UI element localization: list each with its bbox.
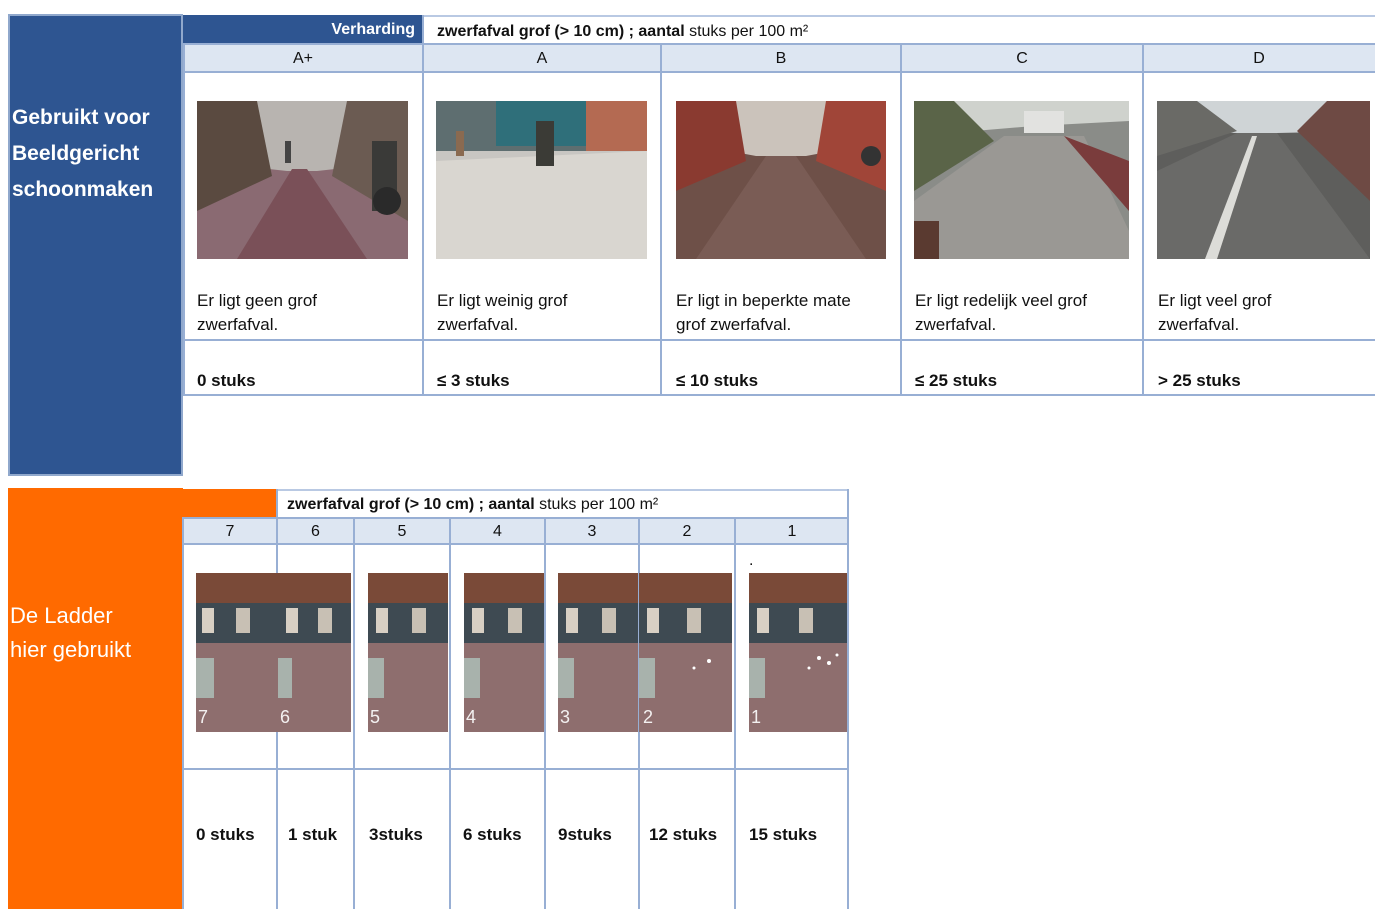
ladder-count-6: 1 stuk (288, 825, 338, 844)
ladder-header-6: 6 (277, 517, 354, 545)
grid-line (1142, 43, 1144, 396)
ladder-photo-number: 6 (280, 707, 291, 727)
ladder-header-2: 2 (639, 517, 735, 545)
grid-line (734, 517, 736, 909)
ladder-photo-number: 4 (466, 707, 477, 727)
description-d: Er ligt veel grof zwerfafval. (1158, 291, 1272, 334)
street-photo-a-plus (197, 101, 408, 259)
count-a: ≤ 3 stuks (437, 371, 510, 390)
ladder-photo-3: 3 (558, 573, 638, 732)
grade-header-b: B (661, 43, 901, 73)
description-a-plus: Er ligt geen grof zwerfafval. (197, 291, 318, 334)
top-table-title: zwerfafval grof (> 10 cm) ; aantal stuks… (423, 15, 1375, 43)
ladder-count-7: 0 stuks (196, 825, 255, 844)
bottom-table-title: zwerfafval grof (> 10 cm) ; aantal stuks… (277, 489, 849, 517)
ladder-photo-number: 7 (198, 707, 209, 727)
street-photo-d (1157, 101, 1370, 259)
ladder-photo-7: 7 (196, 573, 278, 732)
description-b: Er ligt in beperkte mate grof zwerfafval. (676, 291, 851, 334)
ladder-count-3: 9stuks (558, 825, 612, 844)
ladder-photo-2: 2 (639, 573, 732, 732)
grid-line (182, 517, 184, 909)
grid-line (353, 517, 355, 909)
grid-line (183, 339, 1375, 341)
ladder-header-4: 4 (450, 517, 545, 545)
grade-header-a-plus: A+ (183, 43, 423, 73)
ladder-photo-number: 5 (370, 707, 381, 727)
grade-header-d: D (1143, 43, 1375, 73)
grid-line (183, 43, 185, 396)
street-photo-c (914, 101, 1129, 259)
beeldgericht-label: Gebruikt voor Beeldgericht schoonmaken (12, 106, 154, 201)
ladder-photo-5: 5 (368, 573, 448, 732)
ladder-photo-number: 1 (751, 707, 762, 727)
grid-line (660, 43, 662, 396)
beeldgericht-side-panel: Gebruikt voor Beeldgericht schoonmaken (8, 14, 183, 476)
street-photo-b (676, 101, 886, 259)
ladder-count-4: 6 stuks (463, 825, 522, 844)
ladder-header-1: 1 (735, 517, 849, 545)
ladder-photo-6: 6 (278, 573, 351, 732)
description-a: Er ligt weinig grof zwerfafval. (437, 291, 568, 334)
grade-header-a: A (423, 43, 661, 73)
verharding-header: Verharding (183, 15, 423, 43)
ladder-photo-number: 2 (643, 707, 654, 727)
ladder-count-5: 3stuks (369, 825, 423, 844)
grid-line (847, 489, 849, 909)
ladder-header-5: 5 (354, 517, 450, 545)
ladder-count-2: 12 stuks (649, 825, 718, 844)
description-c: Er ligt redelijk veel grof zwerfafval. (915, 291, 1087, 334)
count-c: ≤ 25 stuks (915, 371, 998, 390)
ladder-header-7: 7 (183, 517, 277, 545)
ladder-count-1: 15 stuks (749, 825, 818, 844)
ladder-photo-4: 4 (464, 573, 544, 732)
street-photo-a (436, 101, 647, 259)
dot-mark: . (749, 552, 754, 569)
ladder-side-panel: De Ladder hier gebruikt (8, 488, 183, 909)
count-d: > 25 stuks (1158, 371, 1241, 390)
grid-line (183, 768, 849, 770)
ladder-header-3: 3 (545, 517, 639, 545)
grid-line (544, 517, 546, 909)
grid-line (449, 517, 451, 909)
ladder-label: De Ladder hier gebruikt (10, 603, 132, 662)
count-b: ≤ 10 stuks (676, 371, 759, 390)
orange-header-chip (183, 489, 277, 517)
ladder-photo-1: 1 (749, 573, 847, 732)
count-a-plus: 0 stuks (197, 371, 256, 390)
ladder-photo-number: 3 (560, 707, 571, 727)
grid-line (183, 394, 1375, 396)
grid-line (900, 43, 902, 396)
grade-header-c: C (901, 43, 1143, 73)
